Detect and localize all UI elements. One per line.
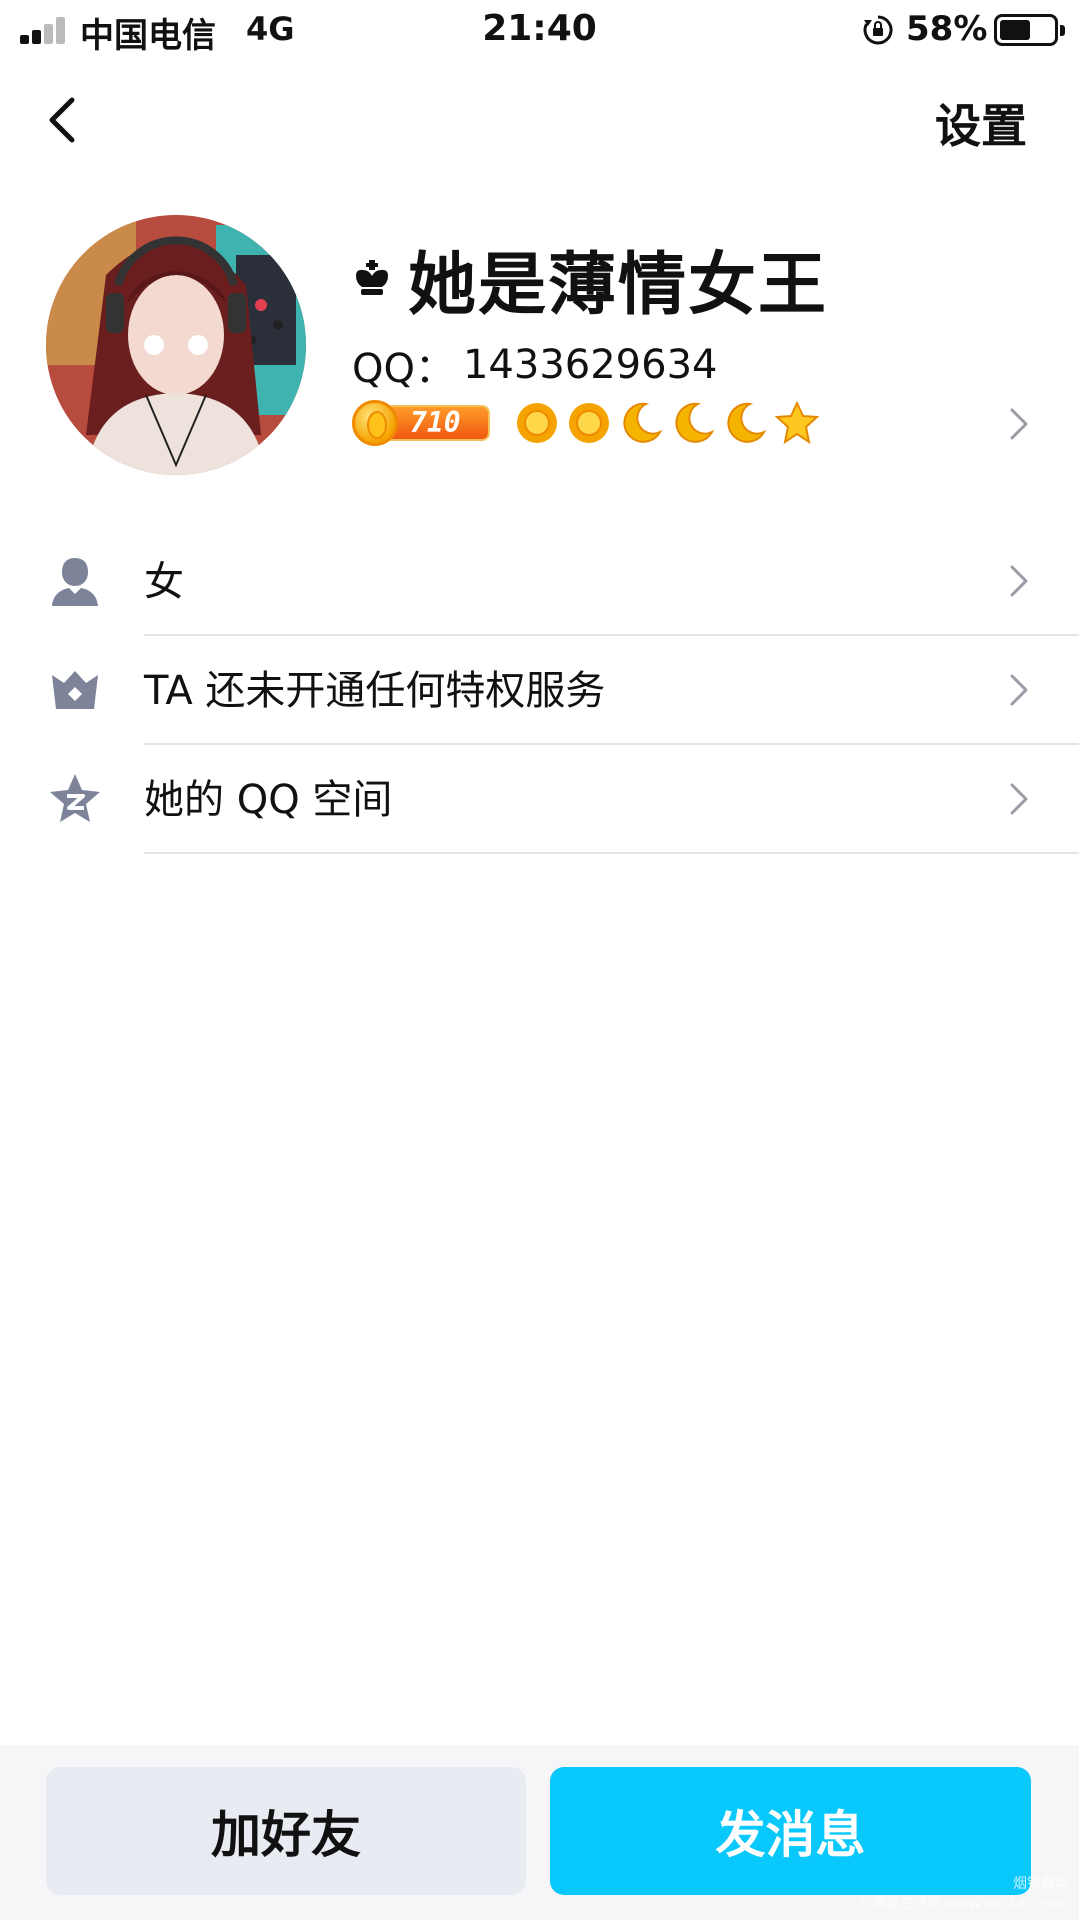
- chevron-left-icon: [49, 97, 75, 143]
- coin-badge: 710: [352, 400, 492, 446]
- chevron-right-icon: [1010, 783, 1028, 815]
- crown-icon: [356, 260, 388, 295]
- sun-icon: [569, 403, 609, 443]
- moon-icon: [727, 402, 767, 443]
- qzone-label: 她的 QQ 空间: [144, 777, 393, 823]
- rotation-lock-icon: [863, 15, 893, 45]
- divider: [144, 852, 1079, 854]
- star-icon: [774, 400, 820, 445]
- battery-icon: [994, 14, 1065, 46]
- moon-icon: [675, 402, 715, 443]
- qq-number: 1433629634: [462, 342, 718, 388]
- status-bar: 中国电信 4G 21:40 58%: [0, 0, 1079, 60]
- avatar[interactable]: [46, 215, 306, 475]
- list-item-gender[interactable]: 女: [0, 527, 1079, 636]
- qzone-star-icon: [50, 774, 100, 822]
- crown-badge-icon: [52, 671, 98, 709]
- person-icon: [52, 558, 98, 606]
- back-button[interactable]: [36, 88, 92, 152]
- bottom-action-bar: 加好友 发消息 烟锁菁华 ©黑客生活网 www.hackdh.com: [0, 1745, 1079, 1920]
- watermark: 烟锁菁华 ©黑客生活网 www.hackdh.com: [858, 1874, 1069, 1914]
- qq-label: QQ：: [352, 346, 455, 392]
- chevron-right-icon[interactable]: [1004, 404, 1034, 444]
- profile-detail-list: 女 TA 还未开通任何特权服务 她的 QQ 空间: [0, 527, 1079, 854]
- settings-button[interactable]: 设置: [935, 90, 1027, 156]
- gender-label: 女: [144, 559, 184, 605]
- nickname-row: 她是薄情女王: [352, 238, 828, 325]
- coin-icon: [352, 400, 398, 446]
- chevron-right-icon: [1010, 674, 1028, 706]
- watermark-line-1: 烟锁菁华: [1013, 1876, 1069, 1892]
- list-item-privileges[interactable]: TA 还未开通任何特权服务: [0, 636, 1079, 745]
- watermark-line-2: ©黑客生活网 www.hackdh.com: [857, 1896, 1069, 1912]
- list-item-qzone[interactable]: 她的 QQ 空间: [0, 745, 1079, 854]
- chevron-right-icon: [1010, 565, 1028, 597]
- profile-info: 她是薄情女王 QQ： 1433629634: [352, 238, 828, 394]
- avatar-image: [46, 215, 306, 475]
- nickname: 她是薄情女王: [408, 245, 829, 325]
- sun-icon: [517, 403, 557, 443]
- level-row[interactable]: 710: [352, 398, 826, 448]
- privileges-label: TA 还未开通任何特权服务: [144, 668, 606, 714]
- coin-count: 710: [410, 406, 461, 439]
- add-friend-button[interactable]: 加好友: [46, 1767, 526, 1895]
- moon-icon: [623, 402, 663, 443]
- qq-number-line: QQ： 1433629634: [352, 336, 828, 394]
- battery-percent: 58%: [906, 9, 988, 49]
